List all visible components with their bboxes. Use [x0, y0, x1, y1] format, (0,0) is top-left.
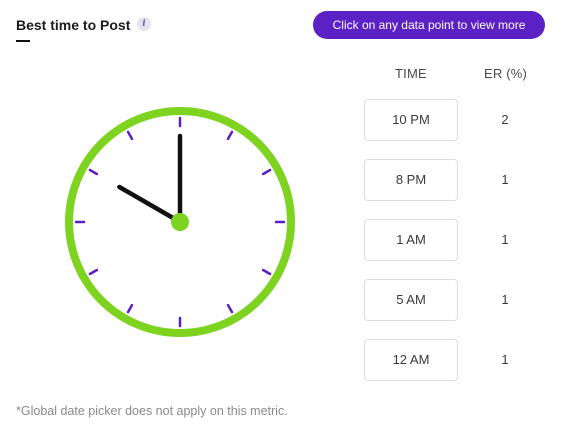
time-slot-button[interactable]: 5 AM: [364, 279, 458, 321]
er-value: 1: [501, 352, 509, 367]
time-slot-button[interactable]: 12 AM: [364, 339, 458, 381]
er-value: 1: [501, 292, 509, 307]
clock-tick: [126, 130, 134, 141]
clock-tick: [226, 130, 234, 141]
clock-tick: [226, 303, 234, 314]
er-value: 2: [501, 112, 509, 127]
clock-tick: [126, 303, 134, 314]
time-slot-button[interactable]: 8 PM: [364, 159, 458, 201]
er-value: 1: [501, 172, 509, 187]
clock-tick: [261, 268, 272, 276]
hour-hand: [117, 184, 183, 225]
clock-center: [171, 213, 189, 231]
view-more-button[interactable]: Click on any data point to view more: [313, 11, 545, 39]
clock-tick: [261, 168, 272, 176]
column-header-time: TIME: [395, 66, 427, 81]
er-value: 1: [501, 232, 509, 247]
column-header-er: ER (%): [484, 66, 528, 81]
footnote: *Global date picker does not apply on th…: [16, 404, 288, 418]
clock-face: [65, 107, 295, 337]
page-title: Best time to Post: [16, 17, 131, 33]
clock-tick: [88, 168, 99, 176]
info-icon[interactable]: i: [137, 17, 151, 31]
time-slot-button[interactable]: 1 AM: [364, 219, 458, 261]
clock-tick: [88, 268, 99, 276]
time-slot-button[interactable]: 10 PM: [364, 99, 458, 141]
title-underline: [16, 40, 30, 42]
